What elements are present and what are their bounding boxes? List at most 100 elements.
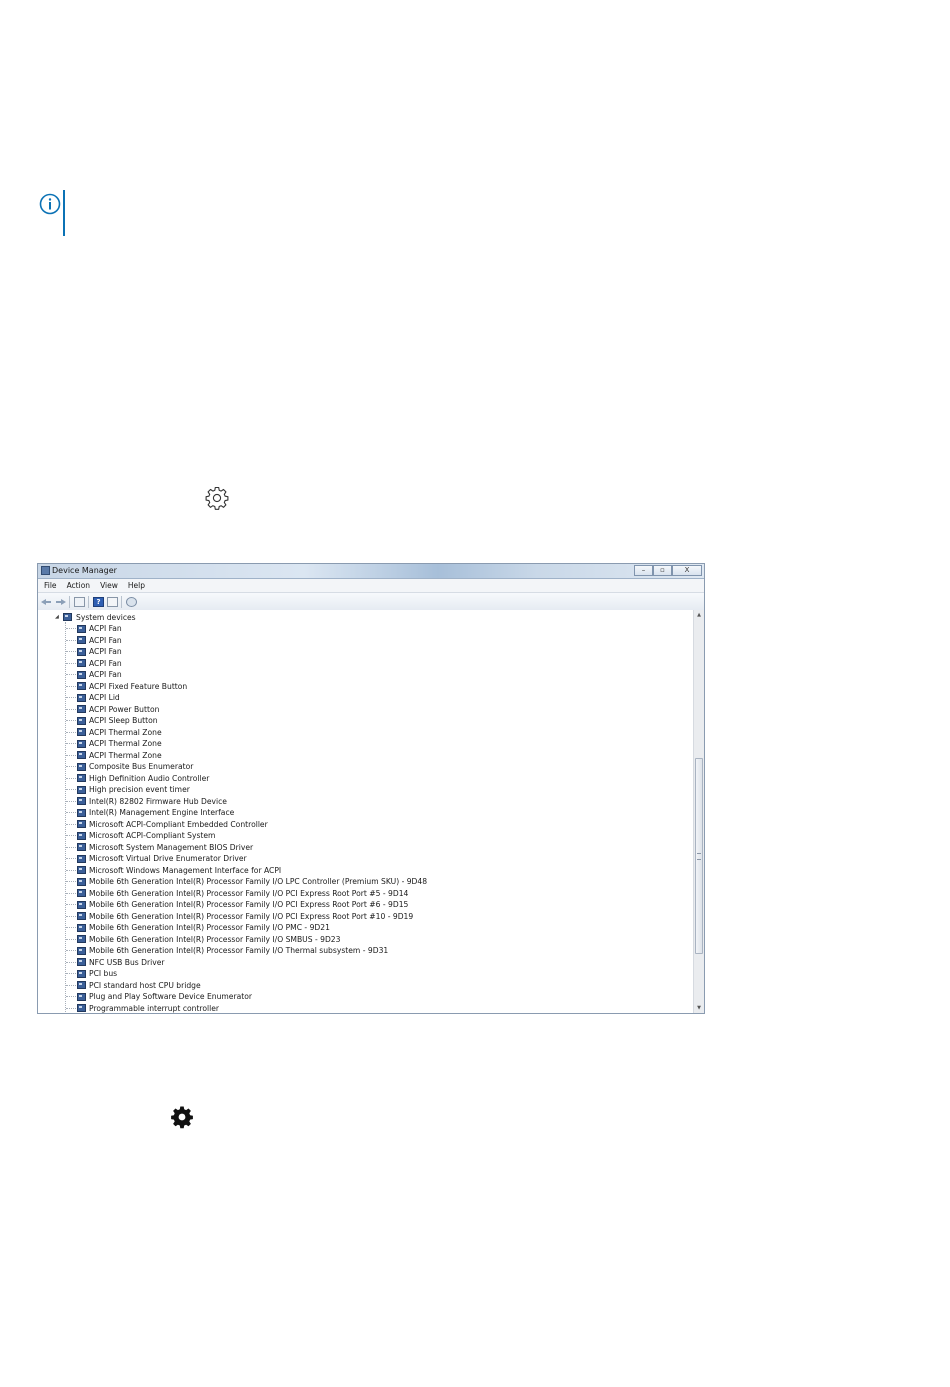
toolbar: ?	[38, 593, 704, 611]
menu-view[interactable]: View	[100, 579, 118, 592]
tree-node-device[interactable]: ACPI Fan	[66, 635, 122, 647]
tree-connector	[66, 685, 76, 687]
tree-node-label: Microsoft ACPI-Compliant Embedded Contro…	[89, 819, 268, 829]
system-device-icon	[77, 992, 86, 1001]
tree-node-device[interactable]: Mobile 6th Generation Intel(R) Processor…	[66, 899, 408, 911]
tree-node-device[interactable]: High precision event timer	[66, 784, 190, 796]
tree-node-device[interactable]: Plug and Play Software Device Enumerator	[66, 991, 252, 1003]
scan-hardware-icon[interactable]	[126, 596, 137, 607]
tree-node-device[interactable]: NFC USB Bus Driver	[66, 957, 165, 969]
info-icon	[39, 193, 61, 215]
tree-connector	[66, 915, 76, 917]
help-icon[interactable]: ?	[93, 596, 104, 607]
tree-node-label: Composite Bus Enumerator	[89, 762, 194, 772]
title-bar[interactable]: Device Manager – ▫ X	[38, 564, 704, 579]
tree-node-device[interactable]: Programmable interrupt controller	[66, 1003, 219, 1014]
tree-node-device[interactable]: ACPI Thermal Zone	[66, 727, 162, 739]
scroll-down-arrow-icon[interactable]: ▼	[694, 1003, 704, 1013]
tree-connector	[66, 996, 76, 998]
tree-node-device[interactable]: ACPI Lid	[66, 692, 120, 704]
tree-node-label: ACPI Fixed Feature Button	[89, 681, 188, 691]
tree-node-device[interactable]: Mobile 6th Generation Intel(R) Processor…	[66, 888, 408, 900]
tree-node-device[interactable]: Mobile 6th Generation Intel(R) Processor…	[66, 876, 427, 888]
note-divider	[63, 190, 65, 236]
tree-connector	[66, 904, 76, 906]
update-driver-icon[interactable]	[107, 596, 118, 607]
device-manager-window: Device Manager – ▫ X File Action View He…	[37, 563, 705, 1014]
tree-node-label: Mobile 6th Generation Intel(R) Processor…	[89, 946, 389, 956]
tree-node-label: ACPI Power Button	[89, 704, 160, 714]
system-device-icon	[77, 981, 86, 990]
tree-node-device[interactable]: Intel(R) Management Engine Interface	[66, 807, 234, 819]
tree-node-device[interactable]: Mobile 6th Generation Intel(R) Processor…	[66, 945, 388, 957]
tree-node-label: Microsoft ACPI-Compliant System	[89, 831, 216, 841]
scroll-thumb[interactable]	[695, 758, 703, 954]
menu-help[interactable]: Help	[128, 579, 145, 592]
tree-connector	[66, 1007, 76, 1009]
tree-node-label: ACPI Thermal Zone	[89, 739, 162, 749]
tree-node-label: ACPI Thermal Zone	[89, 727, 162, 737]
tree-node-device[interactable]: ACPI Power Button	[66, 704, 159, 716]
tree-connector	[66, 720, 76, 722]
properties-icon[interactable]	[74, 596, 85, 607]
system-device-icon	[77, 900, 86, 909]
device-tree: ◢ System devices ACPI Fan ACPI Fan ACPI Fa…	[38, 610, 693, 1013]
system-device-icon	[77, 762, 86, 771]
tree-node-device[interactable]: ACPI Fixed Feature Button	[66, 681, 187, 693]
tree-node-device[interactable]: PCI bus	[66, 968, 117, 980]
tree-node-device[interactable]: Intel(R) 82802 Firmware Hub Device	[66, 796, 227, 808]
tree-node-label: Mobile 6th Generation Intel(R) Processor…	[89, 888, 409, 898]
tree-node-label: ACPI Fan	[89, 635, 122, 645]
tree-node-device[interactable]: Microsoft ACPI-Compliant System	[66, 830, 215, 842]
tree-node-label: Mobile 6th Generation Intel(R) Processor…	[89, 877, 428, 887]
tree-node-device[interactable]: PCI standard host CPU bridge	[66, 980, 201, 992]
scroll-up-arrow-icon[interactable]: ▲	[694, 610, 704, 620]
tree-connector	[66, 766, 76, 768]
tree-node-device[interactable]: ACPI Fan	[66, 623, 122, 635]
vertical-scrollbar[interactable]: ▲ ▼	[693, 610, 704, 1013]
minimize-button[interactable]: –	[634, 565, 653, 576]
system-device-icon	[77, 785, 86, 794]
tree-node-device[interactable]: Composite Bus Enumerator	[66, 761, 193, 773]
tree-connector	[66, 697, 76, 699]
tree-node-device[interactable]: ACPI Sleep Button	[66, 715, 158, 727]
close-button[interactable]: X	[672, 565, 702, 576]
tree-node-label: ACPI Sleep Button	[89, 716, 158, 726]
gear-solid-icon	[171, 1106, 193, 1129]
tree-node-device[interactable]: ACPI Thermal Zone	[66, 738, 162, 750]
tree-node-device[interactable]: Microsoft Windows Management Interface f…	[66, 865, 281, 877]
system-device-icon	[77, 820, 86, 829]
menu-action[interactable]: Action	[67, 579, 91, 592]
tree-node-device[interactable]: Mobile 6th Generation Intel(R) Processor…	[66, 934, 340, 946]
toolbar-separator	[88, 595, 89, 608]
system-device-icon	[77, 866, 86, 875]
menu-file[interactable]: File	[44, 579, 57, 592]
tree-node-device[interactable]: ACPI Fan	[66, 658, 122, 670]
tree-node-label: Plug and Play Software Device Enumerator	[89, 992, 252, 1002]
tree-node-device[interactable]: Microsoft Virtual Drive Enumerator Drive…	[66, 853, 247, 865]
collapse-arrow-icon[interactable]: ◢	[55, 614, 63, 620]
tree-node-device[interactable]: High Definition Audio Controller	[66, 773, 209, 785]
tree-node-device[interactable]: ACPI Thermal Zone	[66, 750, 162, 762]
tree-node-label: High precision event timer	[89, 785, 190, 795]
tree-node-label: Intel(R) 82802 Firmware Hub Device	[89, 796, 227, 806]
tree-connector	[66, 651, 76, 653]
system-device-icon	[77, 889, 86, 898]
system-device-icon	[77, 946, 86, 955]
tree-node-label: ACPI Thermal Zone	[89, 750, 162, 760]
tree-node-device[interactable]: ACPI Fan	[66, 669, 122, 681]
tree-node-device[interactable]: ACPI Fan	[66, 646, 122, 658]
tree-node-device[interactable]: Mobile 6th Generation Intel(R) Processor…	[66, 922, 330, 934]
tree-node-device[interactable]: Mobile 6th Generation Intel(R) Processor…	[66, 911, 413, 923]
back-arrow-icon[interactable]	[41, 597, 52, 607]
tree-connector	[66, 743, 76, 745]
system-device-icon	[77, 693, 86, 702]
device-manager-app-icon	[41, 566, 50, 575]
tree-node-system-devices[interactable]: ◢ System devices	[55, 611, 136, 623]
maximize-button[interactable]: ▫	[653, 565, 672, 576]
tree-node-device[interactable]: Microsoft ACPI-Compliant Embedded Contro…	[66, 819, 268, 831]
forward-arrow-icon[interactable]	[55, 597, 66, 607]
tree-connector	[66, 674, 76, 676]
system-device-icon	[77, 647, 86, 656]
tree-node-device[interactable]: Microsoft System Management BIOS Driver	[66, 842, 253, 854]
